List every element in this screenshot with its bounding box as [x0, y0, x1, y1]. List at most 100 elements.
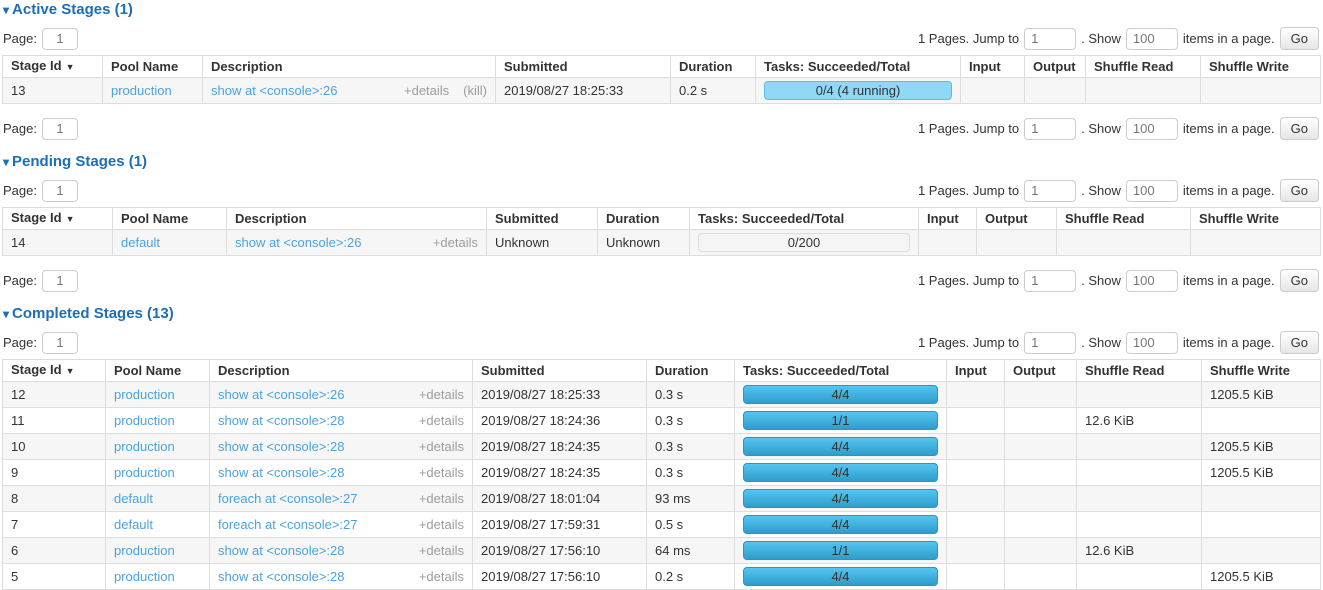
- col-submitted[interactable]: Submitted: [473, 360, 647, 382]
- pool-name-link[interactable]: production: [114, 569, 175, 584]
- jump-to-input[interactable]: [1024, 118, 1076, 140]
- go-button[interactable]: Go: [1280, 179, 1319, 202]
- pool-name-link[interactable]: production: [114, 543, 175, 558]
- details-toggle[interactable]: +details: [419, 414, 464, 428]
- col-tasks[interactable]: Tasks: Succeeded/Total: [735, 360, 947, 382]
- pool-name-link[interactable]: production: [114, 439, 175, 454]
- col-shuffle-read[interactable]: Shuffle Read: [1057, 208, 1191, 230]
- details-toggle[interactable]: +details: [433, 236, 478, 250]
- stage-description-link[interactable]: foreach at <console>:27: [218, 492, 358, 506]
- pool-name-link[interactable]: production: [114, 413, 175, 428]
- col-description[interactable]: Description: [227, 208, 487, 230]
- col-submitted[interactable]: Submitted: [496, 56, 671, 78]
- col-output[interactable]: Output: [1025, 56, 1086, 78]
- details-toggle[interactable]: +details: [419, 570, 464, 584]
- pool-name-link[interactable]: default: [121, 235, 160, 250]
- show-count-input[interactable]: [1126, 332, 1178, 354]
- details-toggle[interactable]: +details: [419, 544, 464, 558]
- submitted-cell: 2019/08/27 18:24:35: [473, 460, 647, 486]
- col-description[interactable]: Description: [210, 360, 473, 382]
- sort-desc-icon: ▼: [66, 62, 75, 72]
- details-toggle[interactable]: +details: [419, 492, 464, 506]
- col-submitted[interactable]: Submitted: [487, 208, 598, 230]
- col-description[interactable]: Description: [203, 56, 496, 78]
- page-input[interactable]: [42, 118, 78, 140]
- stage-description-link[interactable]: show at <console>:28: [218, 414, 344, 428]
- jump-to-input[interactable]: [1024, 332, 1076, 354]
- stage-description-link[interactable]: show at <console>:28: [218, 466, 344, 480]
- kill-link[interactable]: (kill): [463, 84, 487, 98]
- tasks-progress-bar: 4/4: [743, 463, 938, 482]
- go-button[interactable]: Go: [1280, 117, 1319, 140]
- go-button[interactable]: Go: [1280, 269, 1319, 292]
- col-input[interactable]: Input: [947, 360, 1005, 382]
- col-output[interactable]: Output: [977, 208, 1057, 230]
- go-button[interactable]: Go: [1280, 27, 1319, 50]
- collapse-arrow-icon: ▾: [3, 155, 9, 169]
- page-input[interactable]: [42, 180, 78, 202]
- jump-to-input[interactable]: [1024, 270, 1076, 292]
- col-input[interactable]: Input: [961, 56, 1025, 78]
- stage-description-link[interactable]: show at <console>:28: [218, 570, 344, 584]
- details-toggle[interactable]: +details: [419, 518, 464, 532]
- col-shuffle-read[interactable]: Shuffle Read: [1086, 56, 1201, 78]
- stage-description-link[interactable]: show at <console>:28: [218, 440, 344, 454]
- show-count-input[interactable]: [1126, 180, 1178, 202]
- page-input[interactable]: [42, 270, 78, 292]
- go-button[interactable]: Go: [1280, 331, 1319, 354]
- show-count-input[interactable]: [1126, 28, 1178, 50]
- submitted-cell: 2019/08/27 18:01:04: [473, 486, 647, 512]
- submitted-cell: 2019/08/27 18:25:33: [473, 382, 647, 408]
- show-count-input[interactable]: [1126, 270, 1178, 292]
- jump-to-input[interactable]: [1024, 180, 1076, 202]
- stage-description-link[interactable]: show at <console>:26: [211, 84, 337, 98]
- show-count-input[interactable]: [1126, 118, 1178, 140]
- col-stage-id[interactable]: Stage Id▼: [3, 360, 106, 382]
- progress-label: 1/1: [744, 412, 937, 429]
- page-input[interactable]: [42, 332, 78, 354]
- col-pool-name[interactable]: Pool Name: [103, 56, 203, 78]
- pool-name-link[interactable]: default: [114, 517, 153, 532]
- page-input[interactable]: [42, 28, 78, 50]
- col-shuffle-write[interactable]: Shuffle Write: [1201, 56, 1321, 78]
- jump-to-input[interactable]: [1024, 28, 1076, 50]
- col-stage-id[interactable]: Stage Id▼: [3, 56, 103, 78]
- stage-description-link[interactable]: show at <console>:28: [218, 544, 344, 558]
- stage-description-link[interactable]: foreach at <console>:27: [218, 518, 358, 532]
- tasks-progress-bar: 1/1: [743, 541, 938, 560]
- col-input[interactable]: Input: [919, 208, 977, 230]
- col-shuffle-read[interactable]: Shuffle Read: [1077, 360, 1202, 382]
- col-stage-id[interactable]: Stage Id▼: [3, 208, 113, 230]
- col-duration[interactable]: Duration: [598, 208, 690, 230]
- col-output[interactable]: Output: [1005, 360, 1077, 382]
- pool-name-link[interactable]: production: [111, 83, 172, 98]
- col-shuffle-write[interactable]: Shuffle Write: [1202, 360, 1321, 382]
- col-duration[interactable]: Duration: [647, 360, 735, 382]
- col-pool-name[interactable]: Pool Name: [106, 360, 210, 382]
- pool-name-link[interactable]: default: [114, 491, 153, 506]
- col-duration[interactable]: Duration: [671, 56, 756, 78]
- col-pool-name[interactable]: Pool Name: [113, 208, 227, 230]
- details-toggle[interactable]: +details: [419, 440, 464, 454]
- progress-label: 4/4: [744, 464, 937, 481]
- output-cell: [1005, 512, 1077, 538]
- page-label: Page:: [3, 121, 37, 136]
- col-shuffle-write[interactable]: Shuffle Write: [1191, 208, 1321, 230]
- shuffle-write-cell: [1191, 230, 1321, 256]
- pool-name-link[interactable]: production: [114, 387, 175, 402]
- stage-description-link[interactable]: show at <console>:26: [235, 236, 361, 250]
- details-toggle[interactable]: +details: [404, 84, 449, 98]
- stage-id-cell: 8: [3, 486, 106, 512]
- col-tasks[interactable]: Tasks: Succeeded/Total: [756, 56, 961, 78]
- col-tasks[interactable]: Tasks: Succeeded/Total: [690, 208, 919, 230]
- page-label: Page:: [3, 183, 37, 198]
- section-title-active-stages[interactable]: ▾Active Stages (1): [3, 2, 1321, 18]
- stage-description-link[interactable]: show at <console>:26: [218, 388, 344, 402]
- stage-id-cell: 13: [3, 78, 103, 104]
- section-title-pending-stages[interactable]: ▾Pending Stages (1): [3, 154, 1321, 170]
- submitted-cell: 2019/08/27 18:24:35: [473, 434, 647, 460]
- pool-name-link[interactable]: production: [114, 465, 175, 480]
- details-toggle[interactable]: +details: [419, 466, 464, 480]
- section-title-completed-stages[interactable]: ▾Completed Stages (13): [3, 306, 1321, 322]
- details-toggle[interactable]: +details: [419, 388, 464, 402]
